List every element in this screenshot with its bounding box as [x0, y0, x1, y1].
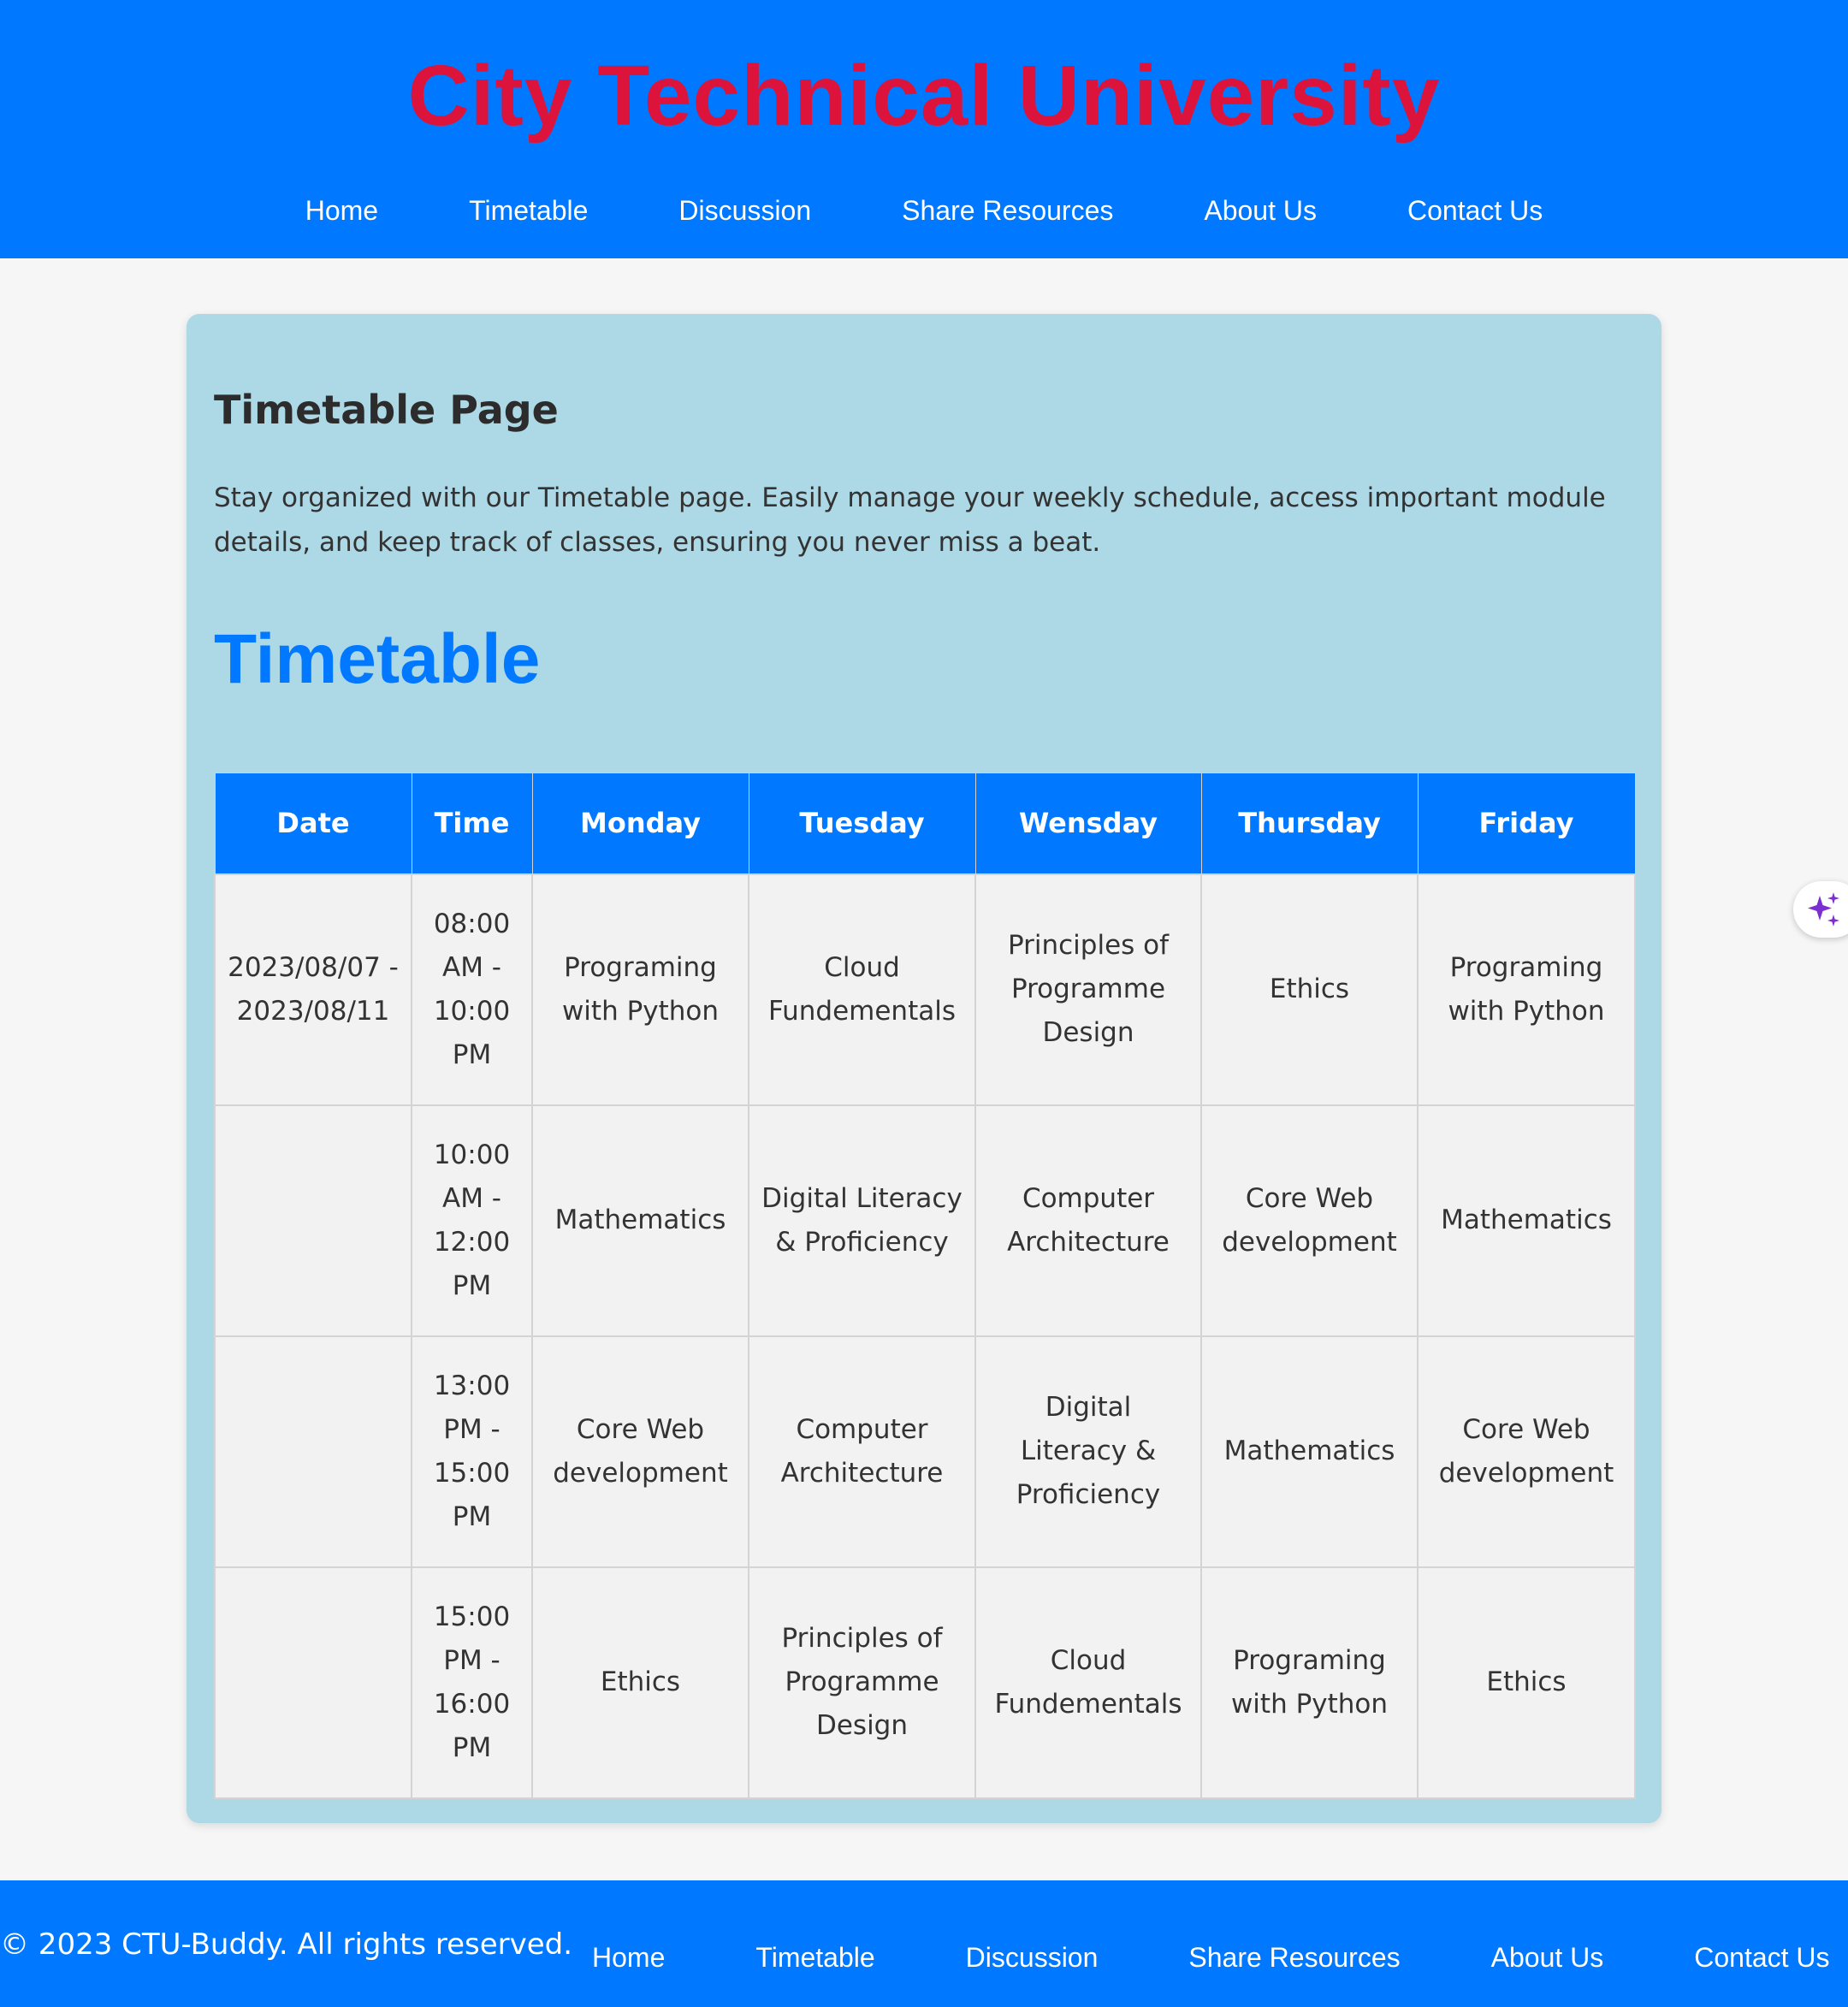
cell-thursday: Mathematics [1200, 1335, 1419, 1568]
nav-about-us[interactable]: About Us [1204, 186, 1317, 234]
cell-tuesday: Principles of Programme Design [748, 1566, 976, 1799]
sparkle-icon [1808, 892, 1839, 927]
footer-nav-about-us[interactable]: About Us [1491, 1937, 1604, 1978]
footer-nav-home[interactable]: Home [592, 1937, 665, 1978]
cell-time: 15:00 PM - 16:00 PM [411, 1566, 533, 1799]
nav-contact-us[interactable]: Contact Us [1407, 186, 1543, 234]
header-friday: Friday [1417, 773, 1636, 874]
cell-date: 2023/08/07 - 2023/08/11 [214, 873, 412, 1106]
footer-nav-discussion[interactable]: Discussion [966, 1937, 1099, 1978]
header-date: Date [214, 773, 412, 874]
cell-date [214, 1104, 412, 1337]
nav-discussion[interactable]: Discussion [678, 186, 811, 234]
intro-text: Stay organized with our Timetable page. … [214, 483, 1606, 558]
table-row: 13:00 PM - 15:00 PM Core Web development… [214, 1335, 1636, 1568]
cell-tuesday: Digital Literacy & Proficiency [748, 1104, 976, 1337]
section-title: Timetable [214, 620, 541, 698]
cell-time: 08:00 AM - 10:00 PM [411, 873, 533, 1106]
cell-monday: Core Web development [531, 1335, 749, 1568]
header-wednesday: Wensday [974, 773, 1202, 874]
cell-tuesday: Cloud Fundementals [748, 873, 976, 1106]
footer-nav: Home Timetable Discussion Share Resource… [592, 1937, 1830, 1978]
page-title: Timetable Page [214, 387, 559, 433]
cell-monday: Mathematics [531, 1104, 749, 1337]
cell-wednesday: Computer Architecture [974, 1104, 1202, 1337]
footer-nav-timetable[interactable]: Timetable [755, 1937, 874, 1978]
table-row: 2023/08/07 - 2023/08/11 08:00 AM - 10:00… [214, 873, 1636, 1106]
table-row: 10:00 AM - 12:00 PM Mathematics Digital … [214, 1104, 1636, 1337]
cell-tuesday: Computer Architecture [748, 1335, 976, 1568]
cell-monday: Programing with Python [531, 873, 749, 1106]
cell-time: 10:00 AM - 12:00 PM [411, 1104, 533, 1337]
cell-friday: Core Web development [1417, 1335, 1636, 1568]
footer-nav-share-resources[interactable]: Share Resources [1188, 1937, 1400, 1978]
nav-timetable[interactable]: Timetable [469, 186, 588, 234]
cell-thursday: Core Web development [1200, 1104, 1419, 1337]
cell-thursday: Programing with Python [1200, 1566, 1419, 1799]
cell-wednesday: Principles of Programme Design [974, 873, 1202, 1106]
site-title: City Technical University [407, 48, 1441, 144]
site-header: City Technical University Home Timetable… [0, 0, 1848, 258]
cell-date [214, 1335, 412, 1568]
timetable-table: Date Time Monday Tuesday Wensday Thursda… [214, 773, 1636, 1799]
header-time: Time [411, 773, 533, 874]
header-thursday: Thursday [1200, 773, 1419, 874]
header-tuesday: Tuesday [748, 773, 976, 874]
table-row: 15:00 PM - 16:00 PM Ethics Principles of… [214, 1566, 1636, 1799]
footer-nav-contact-us[interactable]: Contact Us [1694, 1937, 1829, 1978]
cell-friday: Ethics [1417, 1566, 1636, 1799]
cell-friday: Programing with Python [1417, 873, 1636, 1106]
cell-wednesday: Digital Literacy & Proficiency [974, 1335, 1202, 1568]
cell-date [214, 1566, 412, 1799]
cell-monday: Ethics [531, 1566, 749, 1799]
nav-share-resources[interactable]: Share Resources [902, 186, 1113, 234]
nav-home[interactable]: Home [305, 186, 378, 234]
top-nav: Home Timetable Discussion Share Resource… [0, 186, 1848, 234]
assistant-button[interactable] [1793, 881, 1848, 938]
copyright-text: © 2023 CTU-Buddy. All rights reserved. [0, 1927, 573, 1962]
site-footer: © 2023 CTU-Buddy. All rights reserved. H… [0, 1880, 1848, 2007]
cell-friday: Mathematics [1417, 1104, 1636, 1337]
cell-time: 13:00 PM - 15:00 PM [411, 1335, 533, 1568]
header-monday: Monday [531, 773, 749, 874]
cell-thursday: Ethics [1200, 873, 1419, 1106]
table-header-row: Date Time Monday Tuesday Wensday Thursda… [214, 773, 1636, 874]
cell-wednesday: Cloud Fundementals [974, 1566, 1202, 1799]
timetable-card: Timetable Page Stay organized with our T… [187, 314, 1661, 1823]
